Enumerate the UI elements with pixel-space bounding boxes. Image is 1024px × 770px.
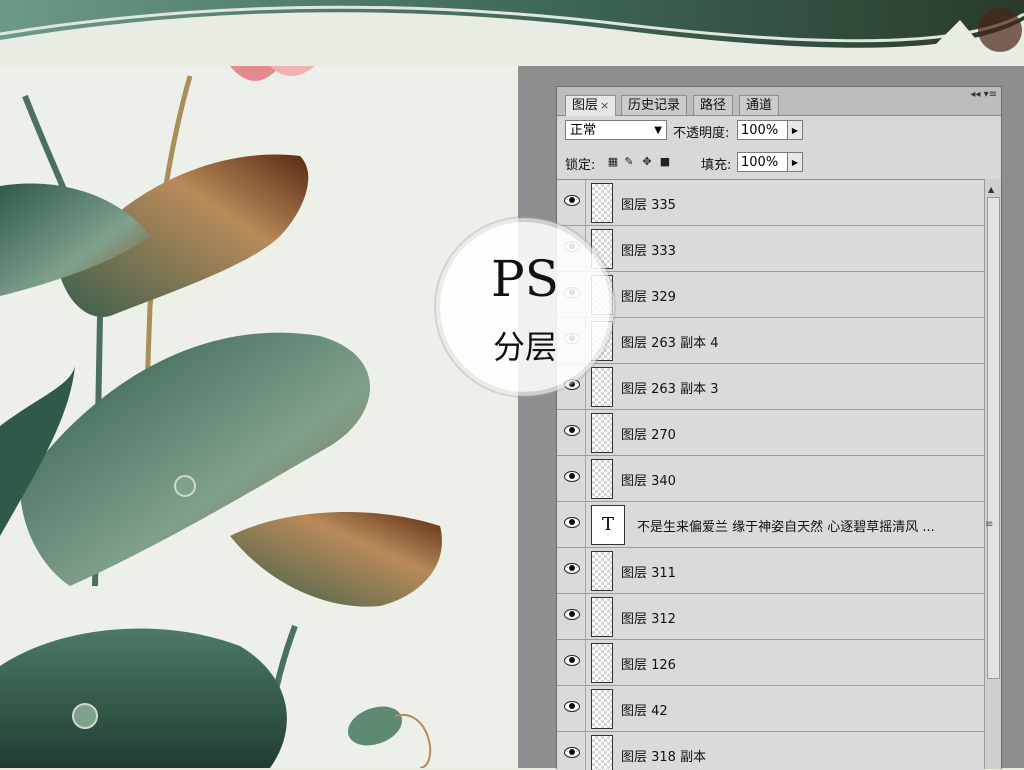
layer-name: 图层 318 副本	[621, 750, 707, 765]
eye-icon	[564, 471, 580, 482]
layer-row[interactable]: 图层 335	[557, 180, 985, 226]
layer-thumbnail	[591, 735, 613, 770]
eye-icon	[564, 195, 580, 206]
lock-move-icon[interactable]: ✥	[641, 156, 653, 168]
layer-name: 图层 311	[621, 566, 676, 581]
fill-stepper[interactable]: ▶	[787, 152, 803, 172]
layer-name: 图层 329	[621, 290, 676, 305]
blend-mode-select[interactable]: 正常 ▼	[565, 120, 667, 140]
tab-layers-label: 图层	[572, 98, 599, 113]
scroll-up-icon[interactable]: ▲	[988, 185, 994, 194]
opacity-stepper[interactable]: ▶	[787, 120, 803, 140]
layer-name: 图层 263 副本 3	[621, 382, 719, 397]
badge-title: PS	[491, 250, 559, 308]
layer-row[interactable]: 图层 312	[557, 594, 985, 640]
layer-row[interactable]: 图层 270	[557, 410, 985, 456]
layer-thumbnail	[591, 551, 613, 591]
badge-subtitle: 分层	[492, 328, 557, 366]
tab-channels[interactable]: 通道	[739, 95, 780, 115]
layer-thumbnail	[591, 459, 613, 499]
eye-icon	[564, 747, 580, 758]
visibility-toggle[interactable]	[557, 548, 586, 593]
layer-thumbnail	[591, 183, 613, 223]
fill-label: 填充:	[701, 158, 732, 173]
layer-thumbnail	[591, 367, 613, 407]
layer-thumbnail	[591, 597, 613, 637]
layer-row[interactable]: 图层 126	[557, 640, 985, 686]
lock-brush-icon[interactable]: ✎	[623, 156, 635, 168]
visibility-toggle[interactable]	[557, 410, 586, 455]
visibility-toggle[interactable]	[557, 732, 586, 770]
layer-row[interactable]: 图层 263 副本 3	[557, 364, 985, 410]
layer-row[interactable]: 图层 340	[557, 456, 985, 502]
layer-name: 图层 335	[621, 198, 676, 213]
blend-opacity-row: 正常 ▼ 不透明度: 100% ▶	[557, 116, 1001, 146]
layer-row[interactable]: 图层 42	[557, 686, 985, 732]
layer-list: 图层 335 图层 333 图层 329 图层 263 副本 4 图层 263 副本 3…	[557, 179, 985, 770]
layer-row[interactable]: 图层 333	[557, 226, 985, 272]
decorative-banner	[0, 0, 1024, 56]
visibility-toggle[interactable]	[557, 456, 586, 501]
eye-icon	[564, 701, 580, 712]
opacity-input[interactable]: 100%	[737, 120, 789, 140]
layer-row[interactable]: 图层 311	[557, 548, 985, 594]
tab-layers[interactable]: 图层 ×	[565, 95, 617, 116]
blend-mode-value: 正常	[570, 123, 597, 138]
layer-name: 图层 333	[621, 244, 676, 259]
layer-thumbnail	[591, 643, 613, 683]
eye-icon	[564, 425, 580, 436]
layer-row[interactable]: 图层 329	[557, 272, 985, 318]
chevron-down-icon: ▼	[654, 125, 662, 136]
lock-transparent-icon[interactable]: ▦	[607, 156, 619, 168]
close-tab-icon[interactable]: ×	[600, 99, 609, 112]
layer-name: 图层 263 副本 4	[621, 336, 719, 351]
panel-tab-bar: 图层 × 历史记录 路径 通道 ◂◂ ▾≡	[557, 87, 1001, 116]
panel-menu-icon[interactable]: ◂◂ ▾≡	[970, 89, 997, 100]
tab-paths[interactable]: 路径	[693, 95, 734, 115]
visibility-toggle[interactable]	[557, 180, 586, 225]
tab-history[interactable]: 历史记录	[621, 95, 688, 115]
visibility-toggle[interactable]	[557, 594, 586, 639]
visibility-toggle[interactable]	[557, 502, 586, 547]
lock-all-icon[interactable]: ■	[659, 156, 671, 168]
layer-name: 图层 42	[621, 704, 668, 719]
layer-name: 图层 126	[621, 658, 676, 673]
layer-name: 图层 312	[621, 612, 676, 627]
eye-icon	[564, 609, 580, 620]
lock-label: 锁定:	[565, 158, 596, 173]
layer-name: 图层 270	[621, 428, 676, 443]
layer-name: 图层 340	[621, 474, 676, 489]
layer-row[interactable]: 图层 263 副本 4	[557, 318, 985, 364]
layer-row[interactable]: T 不是生来偏爱兰 缘于神姿自天然 心逐碧草摇清风 ...	[557, 502, 985, 548]
eye-icon	[564, 563, 580, 574]
layer-thumbnail	[591, 689, 613, 729]
fill-input[interactable]: 100%	[737, 152, 789, 172]
text-layer-icon: T	[591, 505, 625, 545]
lock-fill-row: 锁定: ▦ ✎ ✥ ■ 填充: 100% ▶	[557, 148, 1001, 178]
eye-icon	[564, 517, 580, 528]
layer-scrollbar[interactable]: ▲ ≡	[984, 179, 1001, 769]
visibility-toggle[interactable]	[557, 640, 586, 685]
artwork-canvas	[0, 66, 518, 768]
layer-name: 不是生来偏爱兰 缘于神姿自天然 心逐碧草摇清风 ...	[637, 520, 935, 535]
grip-icon: ≡	[985, 519, 994, 530]
visibility-toggle[interactable]	[557, 686, 586, 731]
layer-row[interactable]: 图层 318 副本	[557, 732, 985, 770]
scroll-thumb[interactable]	[987, 197, 1000, 679]
layers-panel: 图层 × 历史记录 路径 通道 ◂◂ ▾≡ 正常 ▼ 不透明度: 100% ▶ 锁…	[556, 86, 1002, 770]
eye-icon	[564, 655, 580, 666]
opacity-label: 不透明度:	[673, 126, 730, 141]
ps-layered-badge: PS 分层	[440, 222, 610, 392]
layer-thumbnail	[591, 413, 613, 453]
